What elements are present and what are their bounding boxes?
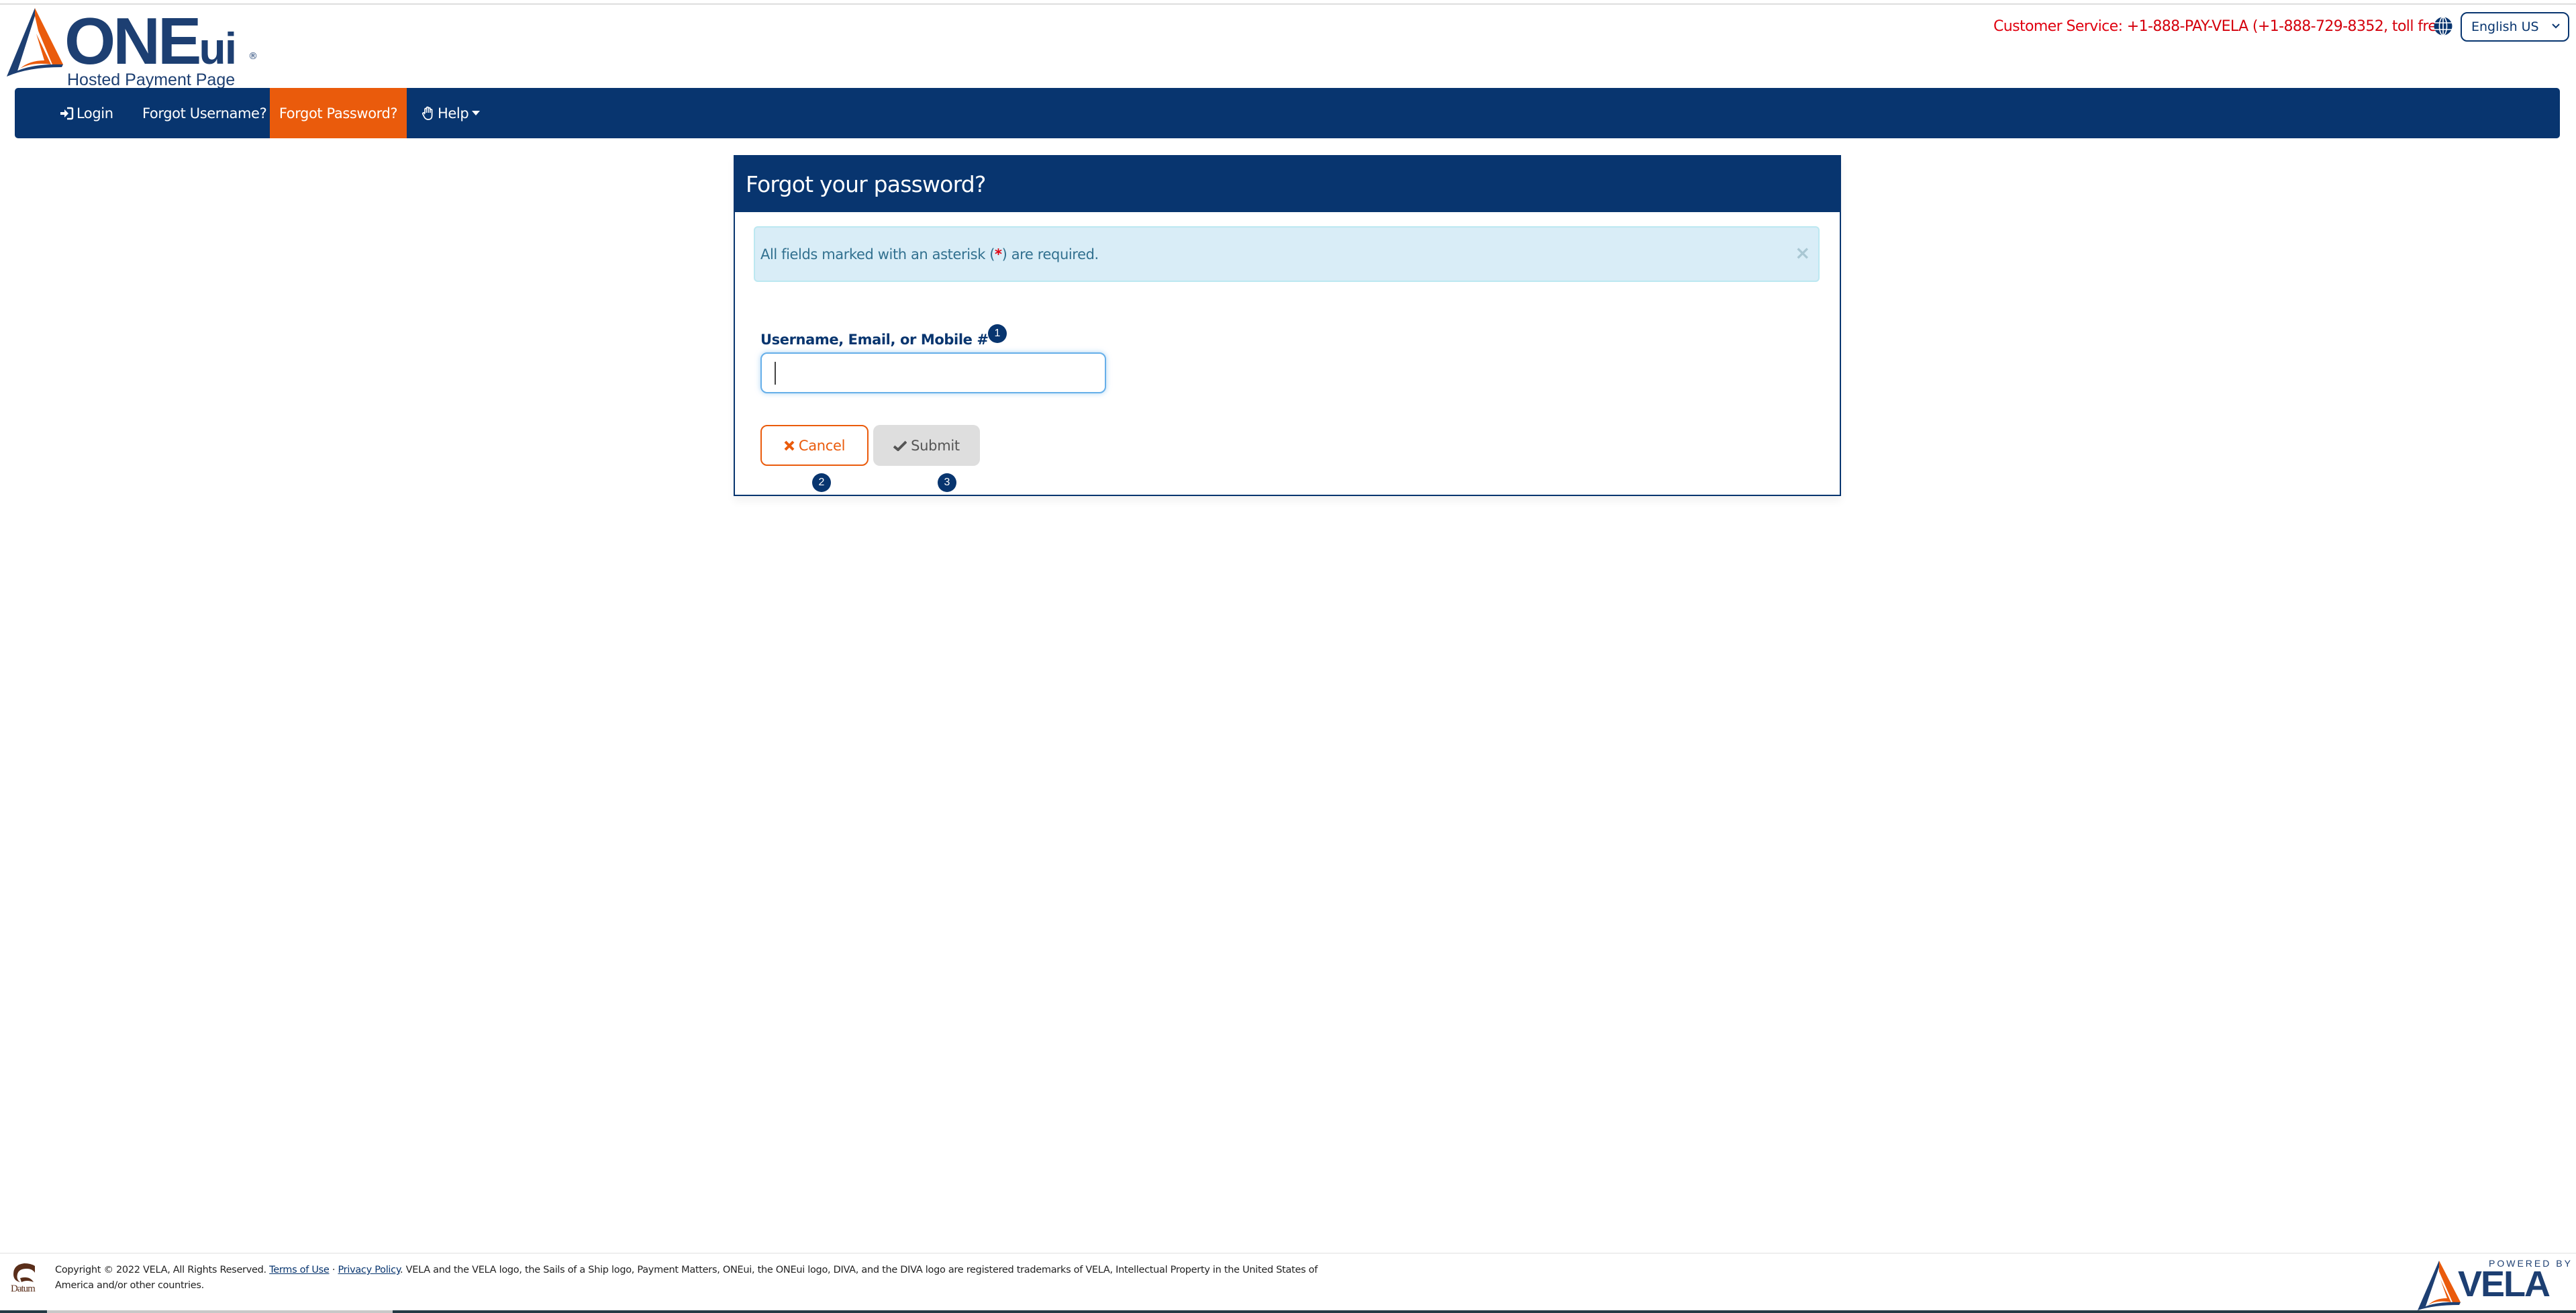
card-title: Forgot your password?: [735, 156, 1840, 212]
logo-wordmark: ONEui: [64, 4, 237, 78]
oneui-logo[interactable]: ONEui ® Hosted Payment Page: [5, 4, 260, 89]
check-icon: [893, 440, 907, 451]
customer-service: Customer Service: +1-888-PAY-VELA (+1-88…: [1993, 18, 2451, 35]
hand-icon: [422, 106, 433, 120]
username-email-mobile-input[interactable]: [760, 352, 1106, 393]
submit-button[interactable]: Submit: [873, 425, 980, 466]
sign-in-icon: [60, 107, 74, 119]
chevron-down-icon: [2552, 23, 2560, 29]
vela-wordmark: VELA: [2458, 1264, 2550, 1304]
logo-subtitle: Hosted Payment Page: [67, 70, 236, 89]
powered-by-vela-logo: POWERED BY VELA: [2416, 1258, 2571, 1312]
horizontal-scrollbar[interactable]: [0, 1310, 2576, 1313]
registered-mark: ®: [248, 51, 258, 62]
username-field-label: Username, Email, or Mobile #*: [760, 327, 997, 348]
scrollbar-thumb[interactable]: [47, 1310, 393, 1313]
forgot-password-card: Forgot your password? All fields marked …: [734, 155, 1841, 496]
footer-divider: [0, 1253, 2576, 1254]
cancel-button-label: Cancel: [798, 437, 846, 454]
step-badge-1: 1: [988, 324, 1007, 343]
alert-text: All fields marked with an asterisk (*) a…: [760, 246, 1099, 262]
required-fields-alert: All fields marked with an asterisk (*) a…: [754, 226, 1820, 282]
step-badge-3: 3: [938, 473, 956, 492]
submit-button-label: Submit: [911, 437, 960, 454]
text-cursor: [775, 362, 776, 385]
vela-sail-icon: [2418, 1261, 2461, 1310]
nav-forgot-password-label: Forgot Password?: [279, 105, 398, 121]
footer-copyright: Copyright © 2022 VELA, All Rights Reserv…: [55, 1265, 1318, 1291]
top-divider: [0, 3, 2576, 5]
main-navbar: Login Forgot Username? Forgot Password? …: [15, 88, 2560, 138]
nav-forgot-username[interactable]: Forgot Username?: [142, 88, 267, 138]
nav-forgot-password[interactable]: Forgot Password?: [270, 88, 407, 138]
step-badge-2: 2: [812, 473, 831, 492]
language-selected: English US: [2471, 19, 2539, 34]
globe-icon: [2434, 16, 2453, 36]
customer-service-number[interactable]: +1-888-PAY-VELA (+1-888-729-8352, toll f…: [2127, 18, 2451, 35]
terms-of-use-link[interactable]: Terms of Use: [269, 1265, 330, 1275]
alert-close-icon[interactable]: ×: [1795, 244, 1810, 262]
nav-forgot-username-label: Forgot Username?: [142, 105, 267, 121]
nav-help[interactable]: Help: [422, 88, 481, 138]
language-select[interactable]: English US: [2461, 12, 2569, 42]
cancel-button[interactable]: Cancel: [760, 425, 869, 466]
datum-label: Datum: [11, 1283, 36, 1294]
nav-help-label: Help: [438, 105, 469, 121]
customer-service-label: Customer Service:: [1993, 18, 2123, 35]
close-icon: [784, 440, 795, 450]
caret-down-icon: [472, 111, 481, 115]
nav-login[interactable]: Login: [59, 88, 113, 138]
privacy-policy-link[interactable]: Privacy Policy: [338, 1265, 400, 1275]
sail-logo-icon: [7, 8, 63, 77]
nav-login-label: Login: [77, 105, 113, 121]
